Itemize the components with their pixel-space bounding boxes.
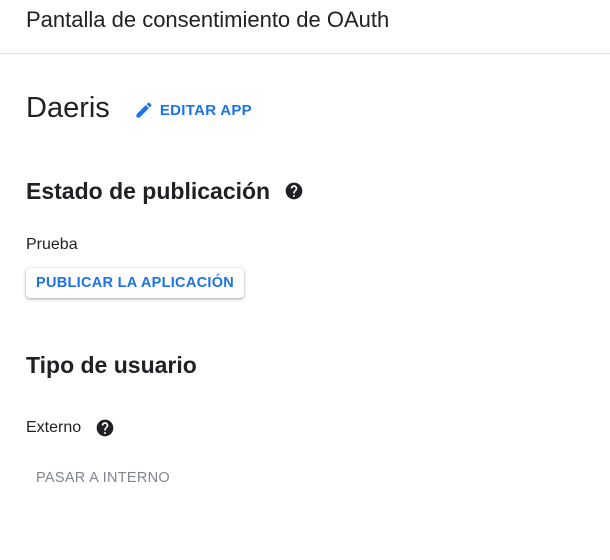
edit-app-label: EDITAR APP	[159, 101, 252, 119]
user-type-value: Externo	[26, 419, 82, 436]
help-icon[interactable]	[284, 181, 304, 201]
user-type-row: Externo	[26, 416, 610, 440]
page-title: Pantalla de consentimiento de OAuth	[26, 6, 390, 32]
main-content: Daeris EDITAR APP Estado de publicación …	[0, 88, 610, 486]
pencil-icon	[134, 100, 154, 120]
app-name: Daeris	[26, 91, 110, 124]
user-type-heading: Tipo de usuario	[26, 350, 610, 380]
switch-to-internal-button[interactable]: PASAR A INTERNO	[36, 470, 610, 486]
edit-app-button[interactable]: EDITAR APP	[134, 96, 252, 120]
publishing-status-title: Estado de publicación	[26, 177, 271, 204]
help-icon[interactable]	[95, 418, 115, 438]
publishing-status-value: Prueba	[26, 236, 78, 253]
page-header: Pantalla de consentimiento de OAuth	[0, 0, 610, 54]
oauth-consent-page: Pantalla de consentimiento de OAuth Daer…	[0, 0, 610, 560]
publish-app-button[interactable]: PUBLICAR LA APLICACIÓN	[26, 268, 245, 298]
publishing-status-heading: Estado de publicación	[26, 176, 610, 206]
app-row: Daeris EDITAR APP	[26, 88, 610, 128]
user-type-title: Tipo de usuario	[26, 351, 197, 378]
